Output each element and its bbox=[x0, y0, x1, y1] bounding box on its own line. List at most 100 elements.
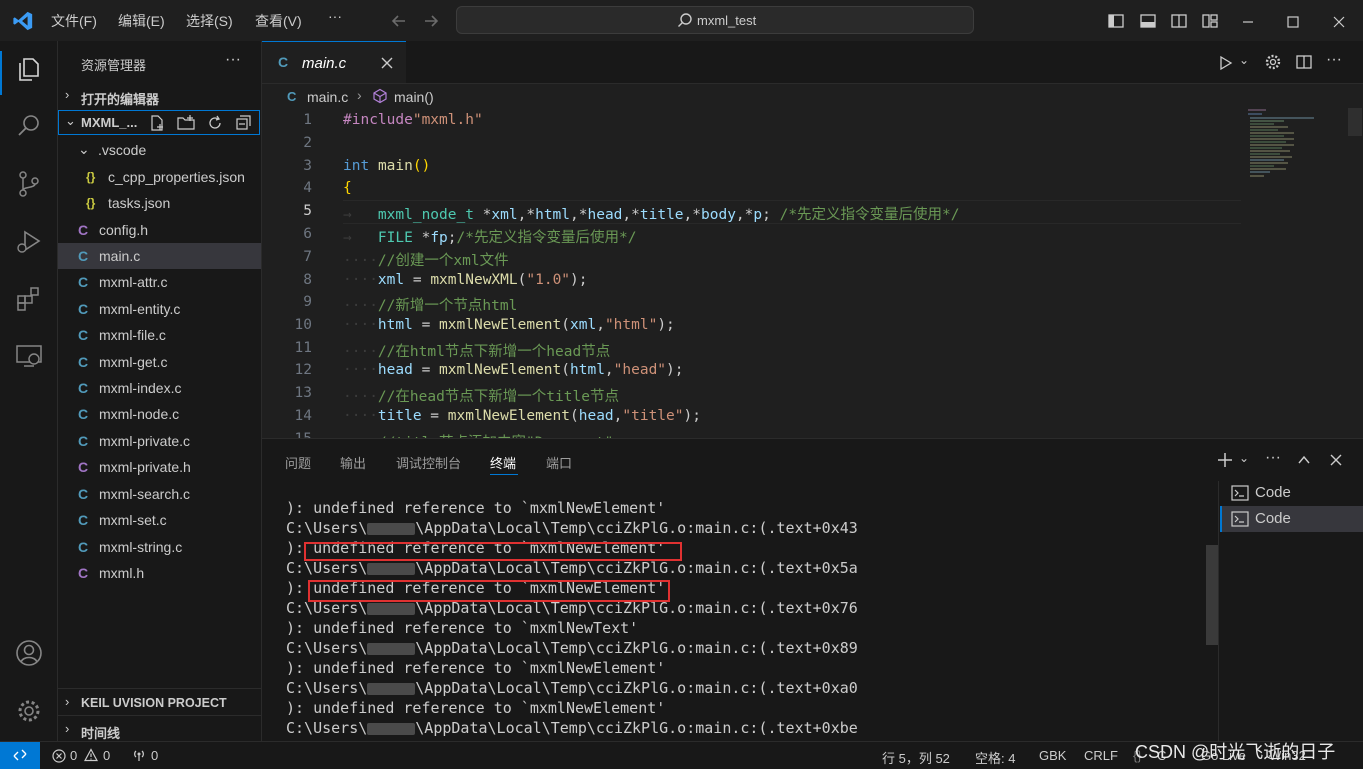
panel-tab-problems[interactable]: 问题 bbox=[285, 453, 311, 472]
tree-file-mxml-private-h[interactable]: C mxml-private.h bbox=[58, 454, 261, 480]
c-file-icon: C bbox=[287, 89, 297, 104]
tree-file-c-cpp-properties[interactable]: {} c_cpp_properties.json bbox=[58, 164, 261, 190]
tree-file-config-h[interactable]: C config.h bbox=[58, 217, 261, 243]
editor-scrollbar-thumb[interactable] bbox=[1348, 108, 1362, 136]
encoding[interactable]: GBK bbox=[1039, 748, 1066, 763]
refresh-icon[interactable] bbox=[206, 114, 224, 132]
menu-edit[interactable]: 编辑(E) bbox=[118, 11, 165, 31]
chevron-down-icon: ⌄ bbox=[65, 113, 76, 128]
tree-file-mxml-entity-c[interactable]: C mxml-entity.c bbox=[58, 296, 261, 322]
settings-gear-icon[interactable] bbox=[1264, 53, 1282, 71]
keil-project-section[interactable]: › KEIL UVISION PROJECT bbox=[58, 688, 261, 715]
terminal-instance-2[interactable]: Code bbox=[1220, 506, 1363, 532]
tree-file-mxml-private-c[interactable]: C mxml-private.c bbox=[58, 428, 261, 454]
terminal-line: C:\Users\ \AppData\Local\Temp\cciZkPlG.o:… bbox=[286, 679, 858, 697]
breadcrumb-file[interactable]: main.c bbox=[307, 89, 348, 105]
ports-count[interactable]: 0 bbox=[151, 748, 158, 763]
search-view-icon[interactable] bbox=[14, 111, 44, 141]
code-line: ····html = mxmlNewElement(xml,"html"); bbox=[343, 317, 675, 333]
tree-file-mxml-h[interactable]: C mxml.h bbox=[58, 560, 261, 586]
active-tab-underline bbox=[490, 474, 518, 475]
new-folder-icon[interactable] bbox=[176, 114, 196, 132]
panel-tab-ports[interactable]: 端口 bbox=[546, 453, 572, 472]
menu-more[interactable]: ··· bbox=[328, 8, 342, 24]
terminal-instance-1[interactable]: Code bbox=[1220, 480, 1363, 506]
run-file-icon[interactable] bbox=[1217, 54, 1235, 72]
cursor-position[interactable]: 行 5，列 52 bbox=[882, 748, 950, 767]
redacted-username bbox=[367, 722, 416, 735]
workspace-folder-header[interactable]: ⌄ MXML_... bbox=[58, 110, 260, 135]
minimize-icon[interactable] bbox=[1240, 14, 1256, 30]
warning-count[interactable]: 0 bbox=[103, 748, 110, 763]
command-center-search[interactable]: mxml_test bbox=[456, 6, 974, 34]
more-actions-icon[interactable]: ··· bbox=[1326, 51, 1342, 69]
menu-selection[interactable]: 选择(S) bbox=[186, 11, 233, 31]
c-header-file-icon: C bbox=[78, 565, 89, 581]
manage-gear-icon[interactable] bbox=[14, 696, 44, 726]
source-control-icon[interactable] bbox=[14, 169, 44, 199]
tree-file-mxml-attr-c[interactable]: C mxml-attr.c bbox=[58, 269, 261, 295]
close-panel-icon[interactable] bbox=[1328, 452, 1344, 468]
tree-file-main-c[interactable]: C main.c bbox=[58, 243, 261, 269]
code-line: int main() bbox=[343, 158, 431, 174]
toggle-secondary-sidebar-icon[interactable] bbox=[1170, 12, 1188, 30]
extensions-icon[interactable] bbox=[14, 284, 44, 314]
minimap[interactable] bbox=[1244, 108, 1344, 188]
accounts-icon[interactable] bbox=[14, 638, 44, 668]
tree-file-mxml-get-c[interactable]: C mxml-get.c bbox=[58, 349, 261, 375]
code-line: → FILE *fp;/*先定义指令变量后使用*/ bbox=[343, 230, 637, 246]
split-editor-icon[interactable] bbox=[1295, 53, 1313, 71]
panel-tab-output[interactable]: 输出 bbox=[340, 453, 366, 472]
menu-view[interactable]: 查看(V) bbox=[255, 11, 302, 31]
tree-file-mxml-string-c[interactable]: C mxml-string.c bbox=[58, 534, 261, 560]
menu-file[interactable]: 文件(F) bbox=[51, 11, 97, 31]
tree-file-tasks-json[interactable]: {} tasks.json bbox=[58, 190, 261, 216]
collapse-all-icon[interactable] bbox=[234, 114, 252, 132]
remote-indicator[interactable] bbox=[0, 742, 40, 769]
toggle-primary-sidebar-icon[interactable] bbox=[1107, 12, 1125, 30]
tab-main-c[interactable]: C main.c bbox=[262, 41, 406, 83]
tree-folder-vscode[interactable]: ⌄ .vscode bbox=[58, 137, 261, 163]
activity-bar bbox=[0, 41, 58, 741]
new-terminal-plus-icon[interactable] bbox=[1216, 451, 1234, 469]
error-count[interactable]: 0 bbox=[70, 748, 77, 763]
forward-arrow-icon[interactable] bbox=[422, 12, 440, 30]
new-file-icon[interactable] bbox=[148, 114, 166, 132]
explorer-more-button[interactable]: ··· bbox=[225, 51, 241, 69]
tree-file-mxml-file-c[interactable]: C mxml-file.c bbox=[58, 322, 261, 348]
tree-file-mxml-node-c[interactable]: C mxml-node.c bbox=[58, 401, 261, 427]
panel-tab-terminal[interactable]: 终端 bbox=[490, 453, 516, 472]
chevron-down-icon[interactable]: ⌄ bbox=[1239, 451, 1249, 465]
breadcrumb-symbol[interactable]: main() bbox=[394, 89, 434, 105]
tree-item-label: .vscode bbox=[98, 142, 147, 158]
timeline-label: 时间线 bbox=[81, 726, 121, 741]
panel-tab-debug-console[interactable]: 调试控制台 bbox=[396, 453, 461, 472]
code-editor[interactable]: 1 2 3 4 5 6 7 8 9 10 11 12 13 14 15 #inc… bbox=[262, 108, 1242, 438]
maximize-icon[interactable] bbox=[1285, 14, 1301, 30]
tree-file-mxml-search-c[interactable]: C mxml-search.c bbox=[58, 481, 261, 507]
end-of-line[interactable]: CRLF bbox=[1084, 748, 1118, 763]
tree-file-mxml-index-c[interactable]: C mxml-index.c bbox=[58, 375, 261, 401]
panel-more-icon[interactable]: ··· bbox=[1265, 449, 1281, 467]
close-window-icon[interactable] bbox=[1331, 14, 1347, 30]
explorer-icon[interactable] bbox=[14, 54, 44, 84]
open-editors-section[interactable]: › 打开的编辑器 bbox=[58, 85, 261, 109]
c-file-icon: C bbox=[78, 301, 89, 317]
back-arrow-icon[interactable] bbox=[390, 12, 408, 30]
terminal-output[interactable]: ): undefined reference to `mxmlNewElemen… bbox=[286, 499, 1206, 741]
run-debug-icon[interactable] bbox=[14, 226, 44, 256]
warning-icon bbox=[84, 748, 98, 762]
tree-file-mxml-set-c[interactable]: C mxml-set.c bbox=[58, 507, 261, 533]
terminal-scrollbar-thumb[interactable] bbox=[1206, 545, 1218, 645]
timeline-section[interactable]: › 时间线 bbox=[58, 715, 261, 742]
toggle-panel-icon[interactable] bbox=[1139, 12, 1157, 30]
customize-layout-icon[interactable] bbox=[1201, 12, 1219, 30]
chevron-down-icon[interactable]: ⌄ bbox=[1239, 53, 1249, 67]
remote-explorer-icon[interactable] bbox=[14, 341, 44, 371]
breadcrumb: C main.c › main() bbox=[262, 84, 1362, 108]
maximize-panel-chevron-up-icon[interactable] bbox=[1296, 452, 1312, 468]
indentation[interactable]: 空格: 4 bbox=[975, 748, 1015, 767]
close-tab-icon[interactable] bbox=[380, 56, 394, 70]
line-number: 13 bbox=[294, 385, 312, 401]
tree-item-label: mxml-search.c bbox=[99, 486, 191, 502]
